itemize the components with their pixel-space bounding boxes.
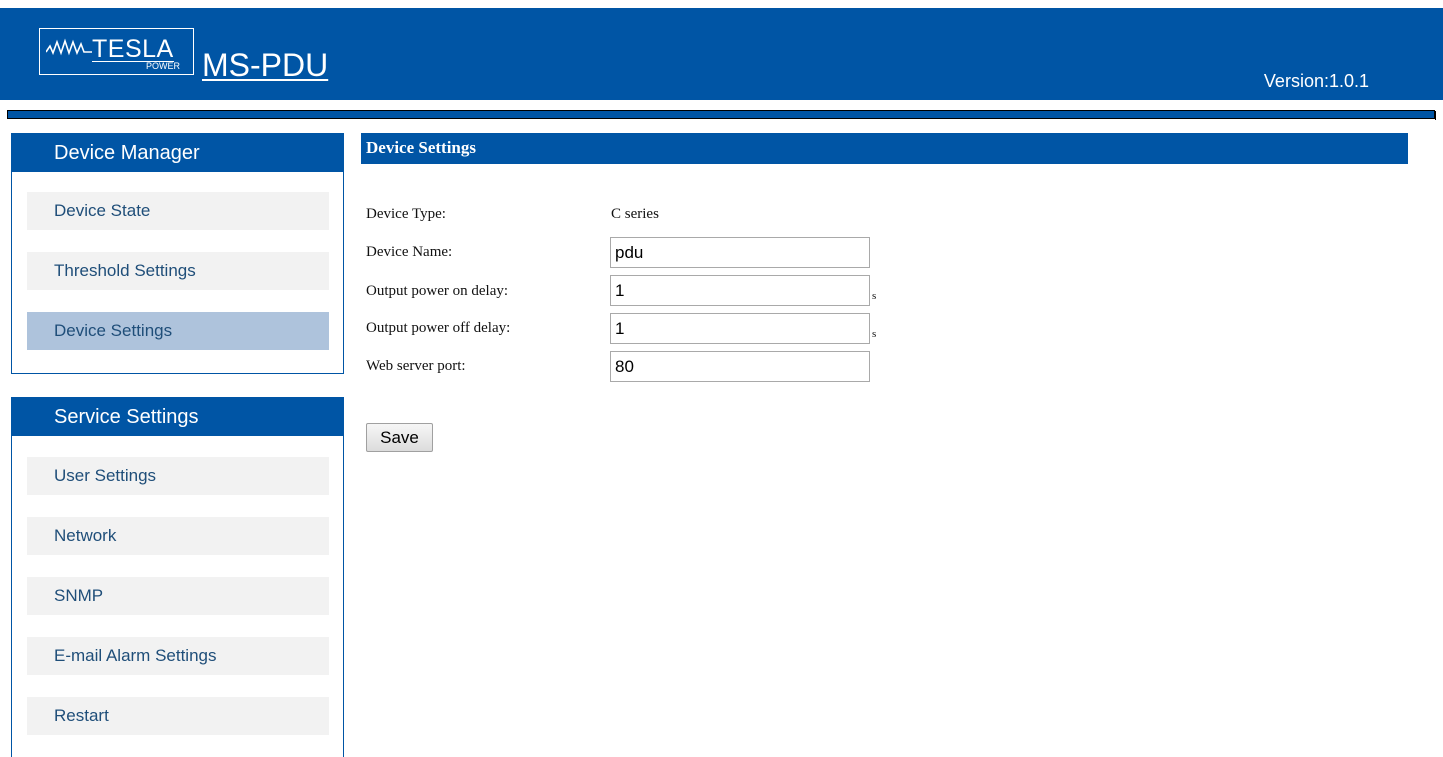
product-name-link[interactable]: MS-PDU bbox=[202, 47, 328, 83]
header-bar: TESLA POWER MS-PDU Version:1.0.1 bbox=[0, 8, 1443, 100]
logo-text: TESLA bbox=[92, 35, 174, 63]
sidebar-item-user-settings[interactable]: User Settings bbox=[27, 457, 329, 495]
version-label: Version:1.0.1 bbox=[1263, 71, 1369, 91]
waveform-icon bbox=[46, 38, 92, 56]
page-title: Device Settings bbox=[361, 133, 1408, 164]
tesla-logo: TESLA POWER bbox=[39, 28, 194, 75]
sidebar-item-device-settings[interactable]: Device Settings bbox=[27, 312, 329, 350]
device-type-value: C series bbox=[611, 206, 659, 222]
sidebar-item-network[interactable]: Network bbox=[27, 517, 329, 555]
power-off-delay-field[interactable] bbox=[610, 313, 870, 344]
device-manager-header: Device Manager bbox=[12, 134, 343, 172]
sidebar-item-restart[interactable]: Restart bbox=[27, 697, 329, 735]
sidebar-item-email-alarm-settings[interactable]: E-mail Alarm Settings bbox=[27, 637, 329, 675]
sidebar-item-snmp[interactable]: SNMP bbox=[27, 577, 329, 615]
header-divider bbox=[7, 110, 1435, 119]
device-manager-panel: Device Manager Device State Threshold Se… bbox=[11, 133, 344, 374]
save-button[interactable]: Save bbox=[366, 423, 433, 452]
sidebar-item-device-state[interactable]: Device State bbox=[27, 192, 329, 230]
power-on-delay-unit: s bbox=[872, 290, 877, 302]
web-server-port-field[interactable] bbox=[610, 351, 870, 382]
web-server-port-label: Web server port: bbox=[366, 358, 466, 374]
sidebar-item-threshold-settings[interactable]: Threshold Settings bbox=[27, 252, 329, 290]
power-off-delay-unit: s bbox=[872, 328, 877, 340]
header-divider-tick bbox=[1435, 111, 1436, 120]
power-off-delay-label: Output power off delay: bbox=[366, 320, 511, 336]
service-settings-panel: Service Settings User Settings Network S… bbox=[11, 397, 344, 757]
device-name-label: Device Name: bbox=[366, 244, 453, 260]
power-on-delay-field[interactable] bbox=[610, 275, 870, 306]
device-type-label: Device Type: bbox=[366, 206, 446, 222]
logo-subtext: POWER bbox=[146, 61, 181, 71]
service-settings-header: Service Settings bbox=[12, 398, 343, 436]
power-on-delay-label: Output power on delay: bbox=[366, 283, 509, 299]
device-name-field[interactable] bbox=[610, 237, 870, 268]
